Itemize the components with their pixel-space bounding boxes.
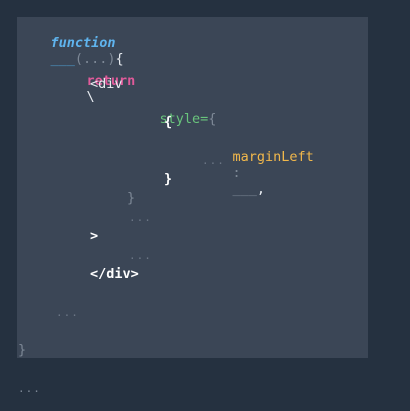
tag-close: > bbox=[90, 228, 99, 244]
inner-ellipsis: ... bbox=[202, 154, 225, 167]
function-keyword: function bbox=[50, 35, 116, 51]
function-close-brace: } bbox=[18, 342, 27, 358]
inner-close-brace: } bbox=[164, 171, 173, 187]
body-ellipsis: ... bbox=[56, 306, 79, 319]
trailing-ellipsis: ... bbox=[18, 382, 41, 395]
style-open-brace: { bbox=[208, 111, 217, 127]
margin-left-property: marginLeft bbox=[232, 149, 314, 165]
colon: : bbox=[232, 165, 241, 181]
inner-open-brace: { bbox=[164, 114, 173, 130]
attrs-ellipsis: ... bbox=[129, 211, 152, 224]
code-block: function ___(...){ return \ <div style={… bbox=[17, 17, 368, 358]
div-open-tag: <div bbox=[90, 76, 123, 92]
children-ellipsis: ... bbox=[129, 249, 152, 262]
margin-value-blank[interactable]: ___ bbox=[233, 181, 257, 197]
style-close-brace: } bbox=[127, 190, 136, 206]
comma: , bbox=[256, 181, 266, 197]
div-close-tag: </div> bbox=[90, 266, 139, 282]
margin-line: marginLeft : ___, bbox=[200, 133, 314, 213]
